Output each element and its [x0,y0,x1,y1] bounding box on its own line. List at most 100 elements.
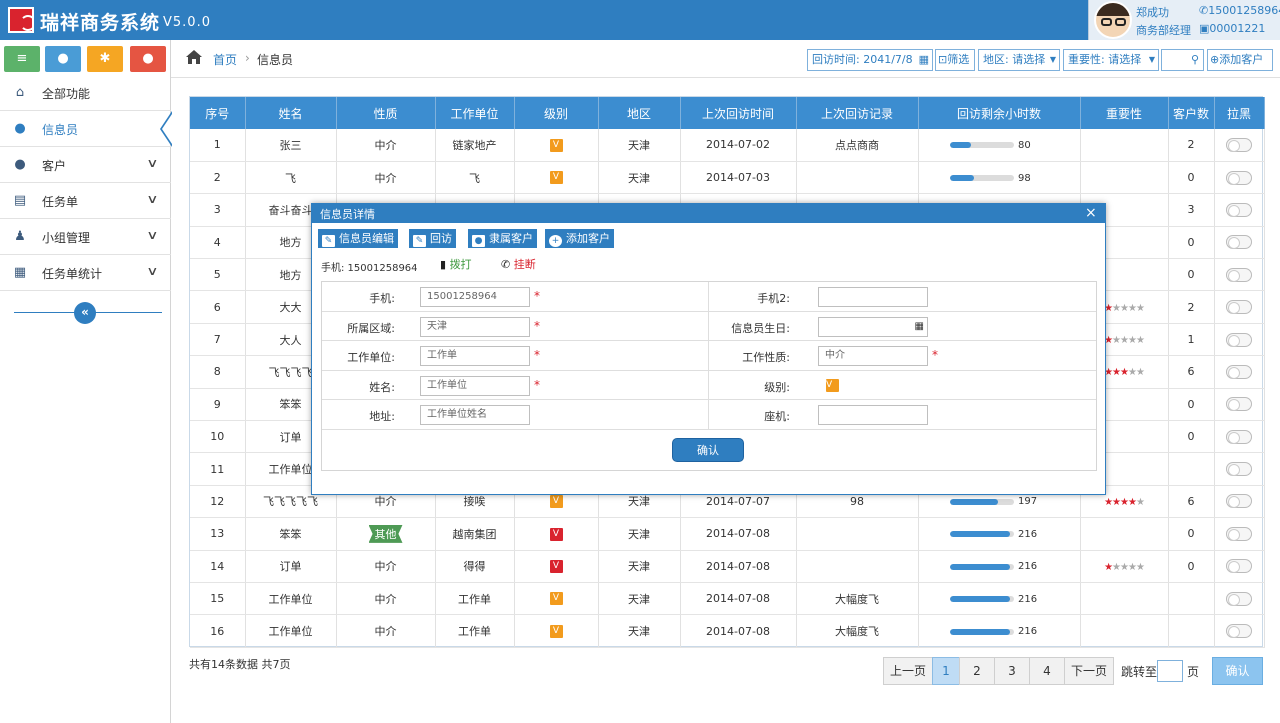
table-row[interactable]: 13 笨笨 其他 越南集团 V 天津 2014-07-08 216 0 [190,517,1265,551]
table-row[interactable]: 16 工作单位 中介 工作单 V 天津 2014-07-08 大幅度飞 216 [190,614,1265,648]
jump-confirm-button[interactable]: 确认 [1212,657,1263,685]
blacklist-toggle[interactable] [1226,591,1252,606]
quick-user-remove-button[interactable]: ● [130,46,166,72]
search-input[interactable]: ⚲ [1161,49,1204,71]
filter-button[interactable]: ⊡筛选 [935,49,975,71]
address-field[interactable]: 工作单位姓名 [420,405,530,426]
quick-list-button[interactable]: ≡ [4,46,40,72]
page-2-button[interactable]: 2 [959,657,995,685]
breadcrumb-home-link[interactable]: 首页 [213,51,237,68]
user-panel[interactable]: 郑成功 ✆15001258964 商务部经理 ▣00001221 [1088,0,1280,40]
cell-no: 11 [190,452,246,486]
nature-tag: 其他 [368,524,403,543]
prev-page-button[interactable]: 上一页 [883,657,933,685]
column-header: 重要性 [1080,97,1169,129]
page-4-button[interactable]: 4 [1029,657,1065,685]
cell-blacklist [1214,452,1265,486]
plus-circle-icon: + [549,235,562,247]
nature-field[interactable]: 中介 [818,346,928,367]
cell-importance [1080,129,1169,162]
cell-visit-record [796,550,919,583]
birthday-field[interactable]: ▦ [818,316,928,337]
cell-visit-record [796,161,919,195]
phone-line: 手机: 15001258964 [321,263,418,274]
blacklist-toggle[interactable] [1226,364,1252,379]
revisit-icon: ✎ [413,235,426,247]
column-header: 上次回访记录 [796,97,919,129]
cell-no: 2 [190,161,246,195]
star-icon: ★ [1120,561,1129,573]
user-role: 商务部经理 [1136,24,1191,37]
dial-button[interactable]: ▮ 拨打 [440,256,472,272]
sidebar-item-client[interactable]: ● 客户 ∨ [0,147,171,183]
search-icon[interactable]: ⚲ [1191,50,1199,70]
add-client-button[interactable]: ⊕添加客户 [1207,49,1273,71]
table-row[interactable]: 1 张三 中介 链家地产 V 天津 2014-07-02 点点商商 80 2 [190,129,1265,162]
cell-no: 10 [190,420,246,454]
hours-progress-fill [950,175,975,182]
page-3-button[interactable]: 3 [994,657,1030,685]
avatar[interactable] [1094,1,1132,39]
edit-informant-button[interactable]: ✎ 信息员编辑 [318,229,398,248]
confirm-button[interactable]: 确认 [672,438,744,462]
sidebar-item-all[interactable]: ⌂ 全部功能 [0,75,171,111]
table-row[interactable]: 2 飞中介飞 V 天津 2014-07-03 98 0 [190,161,1265,195]
blacklist-toggle[interactable] [1226,462,1252,477]
related-clients-button[interactable]: ● 隶属客户 [468,229,537,248]
blacklist-toggle[interactable] [1226,494,1252,509]
collapse-sidebar-button[interactable]: « [74,302,96,324]
cell-importance [1080,517,1169,551]
level-badge: V [549,560,563,574]
page-1-button[interactable]: 1 [932,657,960,685]
mobile2-field[interactable] [818,287,928,307]
phone-icon: ✆ [501,258,511,271]
blacklist-toggle[interactable] [1226,137,1252,152]
blacklist-toggle[interactable] [1226,526,1252,541]
table-header: 序号 姓名 性质 工作单位 级别 地区 上次回访时间 上次回访记录 回访剩余小时数 重要性 客户数拉… [190,97,1265,129]
blacklist-toggle[interactable] [1226,429,1252,444]
edit-icon: ✎ [322,235,335,247]
name-field[interactable]: 工作单位 [420,375,530,396]
blacklist-toggle[interactable] [1226,202,1252,217]
revisit-button[interactable]: ✎ 回访 [409,229,456,248]
close-icon[interactable]: × [1085,204,1097,223]
phone-icon: ✆ [1199,4,1209,17]
unit-field[interactable]: 工作单 [420,346,530,367]
cell-blacklist [1214,129,1265,162]
importance-select[interactable]: 重要性: 请选择 ▼ [1063,49,1159,71]
blacklist-toggle[interactable] [1226,559,1252,574]
home-icon[interactable] [185,49,203,65]
column-header: 工作单位 [435,97,515,129]
region-select[interactable]: 地区: 请选择 ▼ [978,49,1060,71]
blacklist-toggle[interactable] [1226,170,1252,185]
calendar-icon[interactable]: ▦ [915,318,924,336]
jump-label: 跳转至 [1121,665,1158,679]
area-field[interactable]: 天津 [420,316,530,337]
blacklist-toggle[interactable] [1226,267,1252,282]
mobile-field[interactable]: 15001258964 [420,287,530,307]
add-client-dialog-button[interactable]: + 添加客户 [545,229,614,248]
sidebar-item-group[interactable]: ♟ 小组管理 ∨ [0,219,171,255]
blacklist-toggle[interactable] [1226,624,1252,639]
level-badge: V [549,138,563,152]
cell-region: 天津 [598,161,681,195]
star-icon: ★ [1112,335,1121,347]
next-page-button[interactable]: 下一页 [1064,657,1114,685]
table-row[interactable]: 14 订单 中介 得得 V 天津 2014-07-08 216 ★★★★★ 0 [190,550,1265,583]
visit-date-filter[interactable]: 回访时间: 2041/7/8 ▦ [807,49,933,71]
blacklist-toggle[interactable] [1226,300,1252,315]
sidebar-item-stats[interactable]: ▦ 任务单统计 ∨ [0,255,171,291]
sidebar-item-informant[interactable]: ● 信息员 [0,111,172,147]
jump-page-input[interactable] [1157,660,1183,682]
landline-field[interactable] [818,405,928,426]
sidebar-item-task[interactable]: ▤ 任务单 ∨ [0,183,171,219]
blacklist-toggle[interactable] [1226,235,1252,250]
blacklist-toggle[interactable] [1226,397,1252,412]
quick-user-button[interactable]: ● [45,46,81,72]
blacklist-toggle[interactable] [1226,332,1252,347]
quick-settings-button[interactable]: ✱ [87,46,123,72]
sidebar-item-label: 任务单 [42,195,79,209]
table-row[interactable]: 15 工作单位 中介 工作单 V 天津 2014-07-08 大幅度飞 216 [190,582,1265,616]
level-badge[interactable]: V [826,378,839,392]
hangup-button[interactable]: ✆ 挂断 [501,256,536,272]
